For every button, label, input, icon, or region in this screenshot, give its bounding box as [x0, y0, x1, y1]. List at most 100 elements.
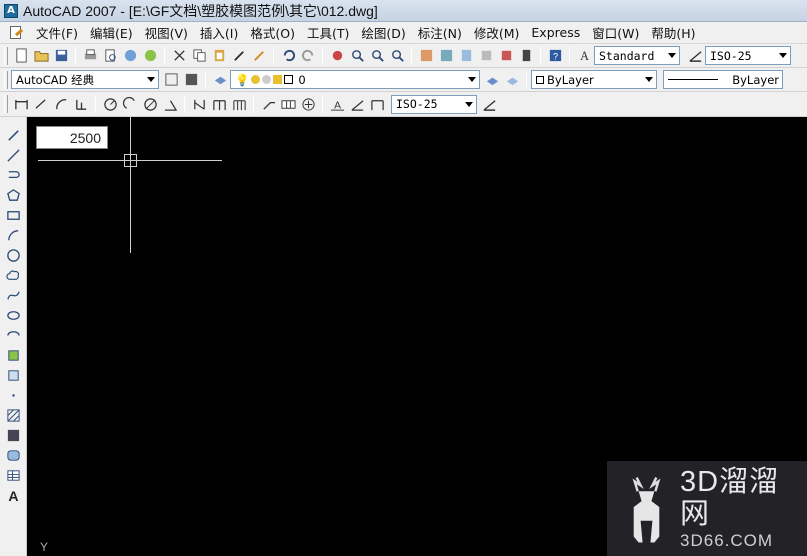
rectangle-icon[interactable] [4, 206, 22, 224]
design-center-icon[interactable] [437, 47, 455, 65]
menu-view[interactable]: 视图(V) [139, 23, 194, 42]
dimension-style-select[interactable]: ISO-25 [391, 94, 477, 114]
menu-file[interactable]: 文件(F) [30, 23, 84, 42]
menu-dimension[interactable]: 标注(N) [412, 23, 468, 42]
gradient-icon[interactable] [4, 426, 22, 444]
watermark: 3D溜溜网 3D66.COM [607, 461, 807, 556]
separator [526, 70, 527, 89]
aligned-dimension-icon[interactable] [32, 95, 50, 113]
dynamic-input-field[interactable]: 2500 [36, 126, 108, 149]
dimension-style-manager-icon[interactable] [480, 95, 498, 113]
text-style-select[interactable]: Standard [594, 46, 680, 65]
dim-style-icon[interactable] [686, 47, 704, 65]
color-select[interactable]: ByLayer [531, 70, 657, 89]
menu-help[interactable]: 帮助(H) [645, 23, 701, 42]
table-icon[interactable] [4, 466, 22, 484]
workspace-select[interactable]: AutoCAD 经典 [11, 70, 159, 89]
make-block-icon[interactable] [4, 366, 22, 384]
line-icon[interactable] [4, 126, 22, 144]
workspace-value: AutoCAD 经典 [16, 72, 95, 87]
markup-icon[interactable] [497, 47, 515, 65]
toolbar-grip[interactable] [4, 46, 8, 65]
arc-length-icon[interactable] [52, 95, 70, 113]
ordinate-dimension-icon[interactable] [72, 95, 90, 113]
paste-icon[interactable] [210, 47, 228, 65]
make-object-layer-current-icon[interactable] [483, 71, 501, 89]
save-icon[interactable] [52, 47, 70, 65]
window-title: AutoCAD 2007 - [E:\GF文档\塑胶模图范例\其它\012.dw… [23, 2, 378, 19]
menu-express[interactable]: Express [525, 25, 586, 40]
jogged-dimension-icon[interactable] [121, 95, 139, 113]
new-file-icon[interactable] [12, 47, 30, 65]
revision-cloud-icon[interactable] [4, 266, 22, 284]
sheet-set-icon[interactable] [477, 47, 495, 65]
3d-dwf-icon[interactable] [141, 47, 159, 65]
zoom-window-icon[interactable] [368, 47, 386, 65]
linear-dimension-icon[interactable] [12, 95, 30, 113]
quick-dimension-icon[interactable] [190, 95, 208, 113]
properties-icon[interactable] [417, 47, 435, 65]
point-icon[interactable] [4, 386, 22, 404]
multiline-text-icon[interactable]: A [4, 486, 22, 504]
tool-palettes-icon[interactable] [457, 47, 475, 65]
dimension-update-icon[interactable] [368, 95, 386, 113]
radius-dimension-icon[interactable] [101, 95, 119, 113]
layer-previous-icon[interactable] [503, 71, 521, 89]
ellipse-icon[interactable] [4, 306, 22, 324]
pan-icon[interactable] [328, 47, 346, 65]
arc-icon[interactable] [4, 226, 22, 244]
quick-leader-icon[interactable] [259, 95, 277, 113]
help-icon[interactable]: ? [546, 47, 564, 65]
open-folder-icon[interactable] [32, 47, 50, 65]
cut-icon[interactable] [170, 47, 188, 65]
region-icon[interactable] [4, 446, 22, 464]
menu-insert[interactable]: 插入(I) [194, 23, 244, 42]
diameter-dimension-icon[interactable] [141, 95, 159, 113]
color-swatch [536, 75, 544, 84]
dimension-edit-icon[interactable]: A [328, 95, 346, 113]
baseline-dimension-icon[interactable] [210, 95, 228, 113]
layer-select[interactable]: 💡 0 [230, 70, 480, 89]
center-mark-icon[interactable] [299, 95, 317, 113]
dimension-text-edit-icon[interactable] [348, 95, 366, 113]
hatch-icon[interactable] [4, 406, 22, 424]
document-icon[interactable] [8, 25, 24, 41]
angular-dimension-icon[interactable] [161, 95, 179, 113]
polyline-icon[interactable] [4, 166, 22, 184]
undo-icon[interactable] [279, 47, 297, 65]
polygon-icon[interactable] [4, 186, 22, 204]
menu-draw[interactable]: 绘图(D) [355, 23, 411, 42]
menu-modify[interactable]: 修改(M) [468, 23, 526, 42]
toolbar-grip[interactable] [4, 70, 8, 89]
workspace-save-icon[interactable] [182, 71, 200, 89]
text-style-icon[interactable]: A [575, 47, 593, 65]
layer-manager-icon[interactable] [211, 71, 229, 89]
publish-icon[interactable] [121, 47, 139, 65]
print-preview-icon[interactable] [101, 47, 119, 65]
menu-tools[interactable]: 工具(T) [301, 23, 355, 42]
zoom-realtime-icon[interactable] [348, 47, 366, 65]
linetype-select[interactable]: ByLayer [663, 70, 783, 89]
calculator-icon[interactable] [517, 47, 535, 65]
ellipse-arc-icon[interactable] [4, 326, 22, 344]
layer-color-swatch [284, 75, 294, 84]
workspace-settings-icon[interactable] [162, 71, 180, 89]
match-properties-icon[interactable] [230, 47, 248, 65]
tolerance-icon[interactable] [279, 95, 297, 113]
chevron-down-icon [147, 77, 155, 82]
redo-icon[interactable] [299, 47, 317, 65]
copy-icon[interactable] [190, 47, 208, 65]
spline-icon[interactable] [4, 286, 22, 304]
construction-line-icon[interactable] [4, 146, 22, 164]
menu-edit[interactable]: 编辑(E) [84, 23, 139, 42]
continue-dimension-icon[interactable] [230, 95, 248, 113]
dim-style-select[interactable]: ISO-25 [705, 46, 791, 65]
circle-icon[interactable] [4, 246, 22, 264]
menu-window[interactable]: 窗口(W) [586, 23, 645, 42]
zoom-previous-icon[interactable] [388, 47, 406, 65]
block-editor-icon[interactable] [250, 47, 268, 65]
insert-block-icon[interactable] [4, 346, 22, 364]
menu-format[interactable]: 格式(O) [244, 23, 301, 42]
print-icon[interactable] [81, 47, 99, 65]
toolbar-grip[interactable] [4, 95, 8, 113]
